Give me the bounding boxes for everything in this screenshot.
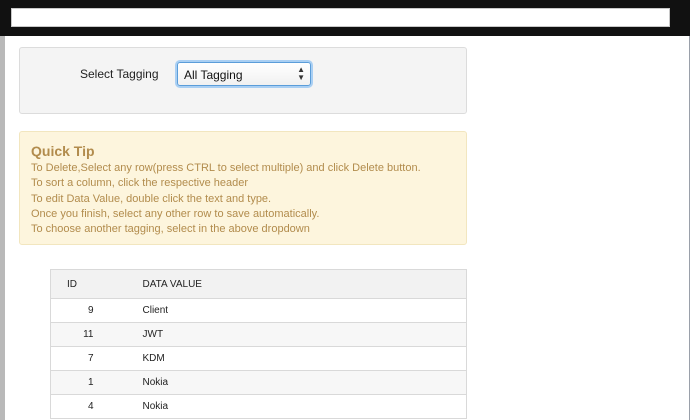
- table-row[interactable]: 11 JWT: [50, 322, 467, 347]
- table-header-row: ID DATA VALUE: [50, 269, 467, 299]
- cell-data-value[interactable]: JWT: [128, 322, 467, 347]
- quick-tip-line: To choose another tagging, select in the…: [31, 223, 310, 236]
- quick-tip-line: To sort a column, click the respective h…: [31, 177, 249, 190]
- table-row[interactable]: 4 Nokia: [50, 394, 467, 419]
- tagging-select-value: All Tagging: [184, 68, 243, 82]
- table-row[interactable]: 9 Client: [50, 298, 467, 323]
- quick-tip-line: To Delete,Select any row(press CTRL to s…: [31, 162, 421, 174]
- table-row[interactable]: 1 Nokia: [50, 370, 467, 395]
- cell-data-value[interactable]: Nokia: [128, 394, 467, 419]
- tagging-filter-panel: Select Tagging All Tagging ▲ ▼: [19, 47, 467, 114]
- dialog-titlebar: [0, 0, 690, 36]
- quick-tip-line: Once you finish, select any other row to…: [31, 207, 320, 220]
- quick-tip-lines: To Delete,Select any row(press CTRL to s…: [31, 161, 421, 237]
- cell-data-value[interactable]: Client: [128, 298, 467, 323]
- column-header-data-value[interactable]: DATA VALUE: [128, 269, 467, 299]
- quick-tip-line: To edit Data Value, double click the tex…: [31, 192, 272, 205]
- data-values-table: ID DATA VALUE 9 Client 11 JWT 7 KDM 1 No…: [50, 269, 467, 419]
- title-field[interactable]: [11, 8, 670, 27]
- cell-id: 9: [50, 298, 129, 323]
- cell-id: 4: [50, 394, 129, 419]
- column-header-id[interactable]: ID: [50, 269, 129, 299]
- quick-tip-title: Quick Tip: [31, 143, 95, 159]
- select-tagging-label: Select Tagging: [80, 67, 159, 81]
- cell-id: 7: [50, 346, 129, 371]
- tagging-select[interactable]: All Tagging ▲ ▼: [177, 62, 311, 86]
- quick-tip-panel: Quick Tip To Delete,Select any row(press…: [19, 131, 467, 245]
- table-row[interactable]: 7 KDM: [50, 346, 467, 371]
- select-arrows-icon: ▲ ▼: [297, 65, 305, 82]
- cell-id: 11: [50, 322, 129, 347]
- cell-id: 1: [50, 370, 129, 395]
- cell-data-value[interactable]: Nokia: [128, 370, 467, 395]
- cell-data-value[interactable]: KDM: [128, 346, 467, 371]
- tagging-dialog: Select Tagging All Tagging ▲ ▼ Quick Tip …: [5, 36, 689, 420]
